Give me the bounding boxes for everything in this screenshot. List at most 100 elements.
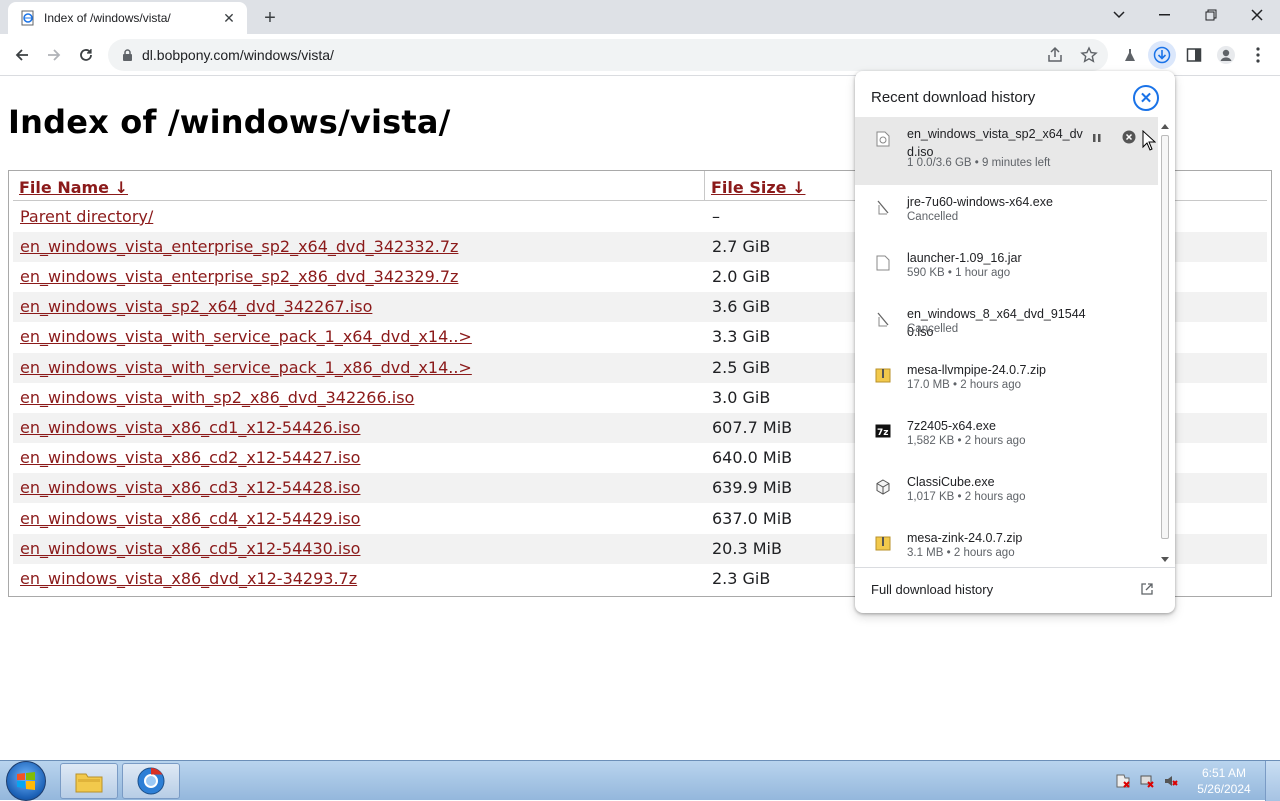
download-filename: launcher-1.09_16.jar [907,251,1022,265]
download-status: 590 KB • 1 hour ago [907,267,1011,279]
scroll-down-icon[interactable] [1161,557,1169,563]
file-link[interactable]: en_windows_vista_x86_cd3_x12-54428.iso [20,478,360,497]
bookmark-star-icon[interactable] [1080,46,1098,67]
svg-text:7z: 7z [877,428,889,438]
sort-by-size-link[interactable]: File Size ↓ [711,178,805,197]
file-link[interactable]: en_windows_vista_x86_dvd_x12-34293.7z [20,569,357,588]
file-size: – [712,207,720,226]
download-status: Cancelled [907,323,959,335]
taskbar-clock[interactable]: 6:51 AM 5/26/2024 [1196,765,1252,797]
download-filename: 7z2405-x64.exe [907,419,996,433]
extensions-icon[interactable] [1116,41,1144,69]
clock-date: 5/26/2024 [1197,782,1251,796]
cube-icon [875,478,891,496]
download-item[interactable]: jre-7u60-windows-x64.exe Cancelled [855,185,1158,241]
scroll-up-icon[interactable] [1161,123,1169,129]
address-bar[interactable]: dl.bobpony.com/windows/vista/ [108,39,1108,71]
minimize-button[interactable] [1142,0,1188,30]
sort-by-name-link[interactable]: File Name ↓ [19,178,128,197]
download-status: Cancelled [907,211,959,223]
file-link[interactable]: en_windows_vista_x86_cd5_x12-54430.iso [20,539,360,558]
file-size: 2.3 GiB [712,569,771,588]
tab-close-icon[interactable]: ✕ [221,10,237,26]
file-link[interactable]: en_windows_vista_x86_cd1_x12-54426.iso [20,418,360,437]
file-link[interactable]: en_windows_vista_x86_cd2_x12-54427.iso [20,448,360,467]
zip-folder-icon [875,366,891,384]
taskbar-chrome-button[interactable] [122,763,180,799]
cancelled-file-icon [875,310,891,328]
volume-icon[interactable] [1163,773,1179,789]
download-item[interactable]: en_windows_8_x64_dvd_915440.iso Cancelle… [855,297,1158,353]
file-size: 20.3 MiB [712,539,782,558]
mouse-cursor-icon [1142,130,1156,151]
full-download-history-link[interactable]: Full download history [855,567,1175,613]
download-history-panel: Recent download history ✕ en_windows_vis… [855,71,1175,613]
menu-kebab-icon[interactable] [1244,41,1272,69]
download-item[interactable]: en_windows_vista_sp2_x64_dvd.iso 1 0.0/3… [855,117,1158,185]
download-item[interactable]: 7z 7z2405-x64.exe 1,582 KB • 2 hours ago [855,409,1158,465]
clock-time: 6:51 AM [1201,766,1247,780]
file-link[interactable]: en_windows_vista_enterprise_sp2_x86_dvd_… [20,267,458,286]
tab-current[interactable]: Index of /windows/vista/ ✕ [8,2,247,34]
download-status: 3.1 MB • 2 hours ago [907,547,1015,559]
file-size: 3.6 GiB [712,297,771,316]
browser-toolbar: dl.bobpony.com/windows/vista/ [0,34,1280,76]
close-panel-button[interactable]: ✕ [1133,85,1159,111]
taskbar-explorer-button[interactable] [60,763,118,799]
tab-search-icon[interactable] [1096,0,1142,30]
share-icon[interactable] [1046,46,1064,67]
address-text[interactable]: dl.bobpony.com/windows/vista/ [142,47,334,63]
download-item[interactable]: mesa-zink-24.0.7.zip 3.1 MB • 2 hours ag… [855,521,1158,567]
file-size: 640.0 MiB [712,448,793,467]
file-link[interactable]: en_windows_vista_with_sp2_x86_dvd_342266… [20,388,414,407]
action-center-icon[interactable] [1115,773,1131,789]
download-item[interactable]: launcher-1.09_16.jar 590 KB • 1 hour ago [855,241,1158,297]
file-link[interactable]: en_windows_vista_x86_cd4_x12-54429.iso [20,509,360,528]
scrollbar-thumb[interactable] [1161,135,1169,539]
download-panel-title: Recent download history [871,89,1036,106]
file-size: 2.5 GiB [712,358,771,377]
show-desktop-button[interactable] [1265,761,1280,801]
restore-button[interactable] [1188,0,1234,30]
download-status: 1,017 KB • 2 hours ago [907,491,1026,503]
file-link[interactable]: en_windows_vista_with_service_pack_1_x86… [20,358,472,377]
parent-directory-link[interactable]: Parent directory/ [20,207,153,226]
folder-icon [75,773,103,793]
lock-icon[interactable] [120,48,134,62]
download-item[interactable]: mesa-llvmpipe-24.0.7.zip 17.0 MB • 2 hou… [855,353,1158,409]
file-link[interactable]: en_windows_vista_enterprise_sp2_x64_dvd_… [20,237,458,256]
browser-icon [137,767,165,795]
forward-button[interactable] [40,41,68,69]
download-filename: jre-7u60-windows-x64.exe [907,195,1053,209]
file-size: 2.0 GiB [712,267,771,286]
start-button[interactable] [6,761,46,801]
downloads-button[interactable] [1148,41,1176,69]
file-size: 3.3 GiB [712,327,771,346]
pause-icon[interactable] [1091,131,1103,149]
tab-title: Index of /windows/vista/ [44,11,171,25]
download-filename: mesa-llvmpipe-24.0.7.zip [907,363,1046,377]
file-link[interactable]: en_windows_vista_with_service_pack_1_x64… [20,327,472,346]
cancel-download-icon[interactable] [1122,130,1136,149]
file-link[interactable]: en_windows_vista_sp2_x64_dvd_342267.iso [20,297,372,316]
reload-button[interactable] [72,41,100,69]
open-external-icon [1139,581,1155,597]
file-icon [875,254,891,272]
download-filename: ClassiCube.exe [907,475,995,489]
download-list-scrollbar[interactable] [1158,121,1172,567]
zip-folder-icon [875,534,891,552]
close-window-button[interactable] [1234,0,1280,30]
file-size: 639.9 MiB [712,478,793,497]
file-size: 607.7 MiB [712,418,793,437]
profile-avatar-icon[interactable] [1212,41,1240,69]
download-status: 1 0.0/3.6 GB • 9 minutes left [907,157,1051,169]
windows-taskbar: 6:51 AM 5/26/2024 [0,760,1280,801]
tab-strip: Index of /windows/vista/ ✕ + [0,0,1280,34]
side-panel-icon[interactable] [1180,41,1208,69]
cancelled-file-icon [875,198,891,216]
network-icon[interactable] [1139,773,1155,789]
download-item[interactable]: ClassiCube.exe 1,017 KB • 2 hours ago [855,465,1158,521]
new-tab-button[interactable]: + [258,6,282,30]
file-size: 637.0 MiB [712,509,793,528]
back-button[interactable] [8,41,36,69]
